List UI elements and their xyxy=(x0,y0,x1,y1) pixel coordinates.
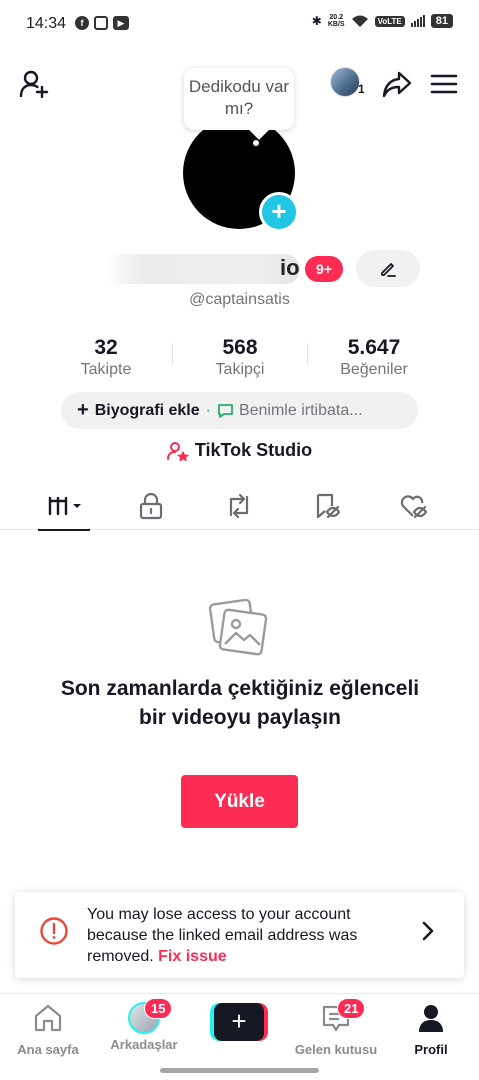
signal-icon xyxy=(410,15,425,27)
bluetooth-icon: ✱ xyxy=(311,14,322,28)
bookmark-hidden-icon xyxy=(316,493,341,519)
status-time: 14:34 xyxy=(26,15,67,32)
fix-issue-link[interactable]: Fix issue xyxy=(158,948,226,965)
stat-likes[interactable]: 5.647 Beğeniler xyxy=(324,336,424,380)
tab-liked[interactable] xyxy=(381,482,447,530)
stat-followers[interactable]: 568 Takipçi xyxy=(195,336,285,380)
hamburger-menu-icon xyxy=(430,74,458,94)
nav-inbox[interactable]: Gelen kutusu xyxy=(288,994,384,1057)
youtube-icon: ▶ xyxy=(113,16,129,30)
profile-icon xyxy=(419,1005,443,1032)
friends-badge: 15 xyxy=(144,998,173,1019)
add-friend-button[interactable] xyxy=(14,64,54,104)
account-warning-card[interactable]: You may lose access to your account beca… xyxy=(15,892,464,978)
wifi-icon xyxy=(351,15,368,27)
repost-icon xyxy=(229,493,249,519)
status-app-icons: f ▶ xyxy=(75,16,129,30)
separator-dot: · xyxy=(205,401,211,419)
battery-indicator: 81 xyxy=(430,14,453,28)
studio-user-star-icon xyxy=(166,441,189,461)
inbox-badge: 21 xyxy=(337,998,366,1019)
contact-link[interactable]: Benimle irtibata... xyxy=(239,402,363,420)
studio-label: TikTok Studio xyxy=(194,440,313,460)
alert-circle-icon xyxy=(40,917,68,945)
avatar-highlight xyxy=(253,140,259,146)
account-count: 1 xyxy=(358,82,365,96)
plus-icon: + xyxy=(214,1003,264,1041)
volte-indicator: VoLTE xyxy=(374,15,405,27)
add-story-button[interactable]: + xyxy=(259,192,299,232)
stat-following[interactable]: 32 Takipte xyxy=(61,336,151,380)
status-bubble[interactable]: Dedikodu var mı? xyxy=(184,68,294,130)
username-redacted xyxy=(104,254,300,284)
home-icon xyxy=(34,1004,62,1032)
photo-gallery-icon xyxy=(208,598,268,656)
plus-icon: + xyxy=(77,399,89,421)
tab-favorites[interactable] xyxy=(294,482,360,530)
tab-videos[interactable] xyxy=(32,482,98,531)
account-switch-avatar[interactable] xyxy=(330,67,360,97)
profile-tabs xyxy=(0,482,479,531)
username-suffix: io xyxy=(280,255,300,280)
home-indicator[interactable] xyxy=(160,1068,319,1073)
instagram-icon xyxy=(94,16,108,30)
warning-message: You may lose access to your account beca… xyxy=(87,906,358,965)
nav-profile[interactable]: Profil xyxy=(404,994,458,1057)
facebook-icon: f xyxy=(75,16,89,30)
lock-icon xyxy=(139,492,163,520)
add-user-icon xyxy=(19,70,49,99)
video-grid-icon xyxy=(48,496,81,516)
share-profile-button[interactable] xyxy=(379,64,415,104)
bio-actions-pill[interactable]: + Biyografi ekle · Benimle irtibata... xyxy=(61,392,418,429)
tab-private[interactable] xyxy=(118,482,184,530)
nav-friends[interactable]: Arkadaşlar xyxy=(104,994,184,1052)
share-icon xyxy=(382,71,412,98)
bottom-navigation: Ana sayfa Arkadaşlar 15 + Gelen kutusu 2… xyxy=(0,993,479,1080)
chat-bubble-icon xyxy=(218,404,233,418)
chevron-right-icon[interactable] xyxy=(417,916,439,946)
empty-state-title: Son zamanlarda çektiğiniz eğlenceli bir … xyxy=(60,677,420,729)
heart-hidden-icon xyxy=(400,495,428,519)
profile-handle: @captainsatis xyxy=(189,291,290,308)
nav-home[interactable]: Ana sayfa xyxy=(10,994,86,1057)
status-bar: 14:34 f ▶ ✱ 20.2 KB/S VoLTE 81 xyxy=(0,0,479,50)
create-button[interactable]: + xyxy=(210,1003,268,1041)
notification-badge[interactable]: 9+ xyxy=(305,256,343,282)
stat-divider xyxy=(307,343,308,365)
upload-button[interactable]: Yükle xyxy=(181,775,298,828)
stat-divider xyxy=(172,343,173,365)
status-right: ✱ 20.2 KB/S VoLTE 81 xyxy=(312,14,453,28)
tiktok-studio-link[interactable]: TikTok Studio xyxy=(0,440,479,461)
network-speed: 20.2 KB/S xyxy=(327,14,345,28)
menu-button[interactable] xyxy=(426,64,462,104)
add-bio-link[interactable]: Biyografi ekle xyxy=(95,402,200,420)
pencil-icon xyxy=(381,262,396,277)
edit-profile-button[interactable] xyxy=(356,250,420,287)
tab-reposts[interactable] xyxy=(206,482,272,530)
